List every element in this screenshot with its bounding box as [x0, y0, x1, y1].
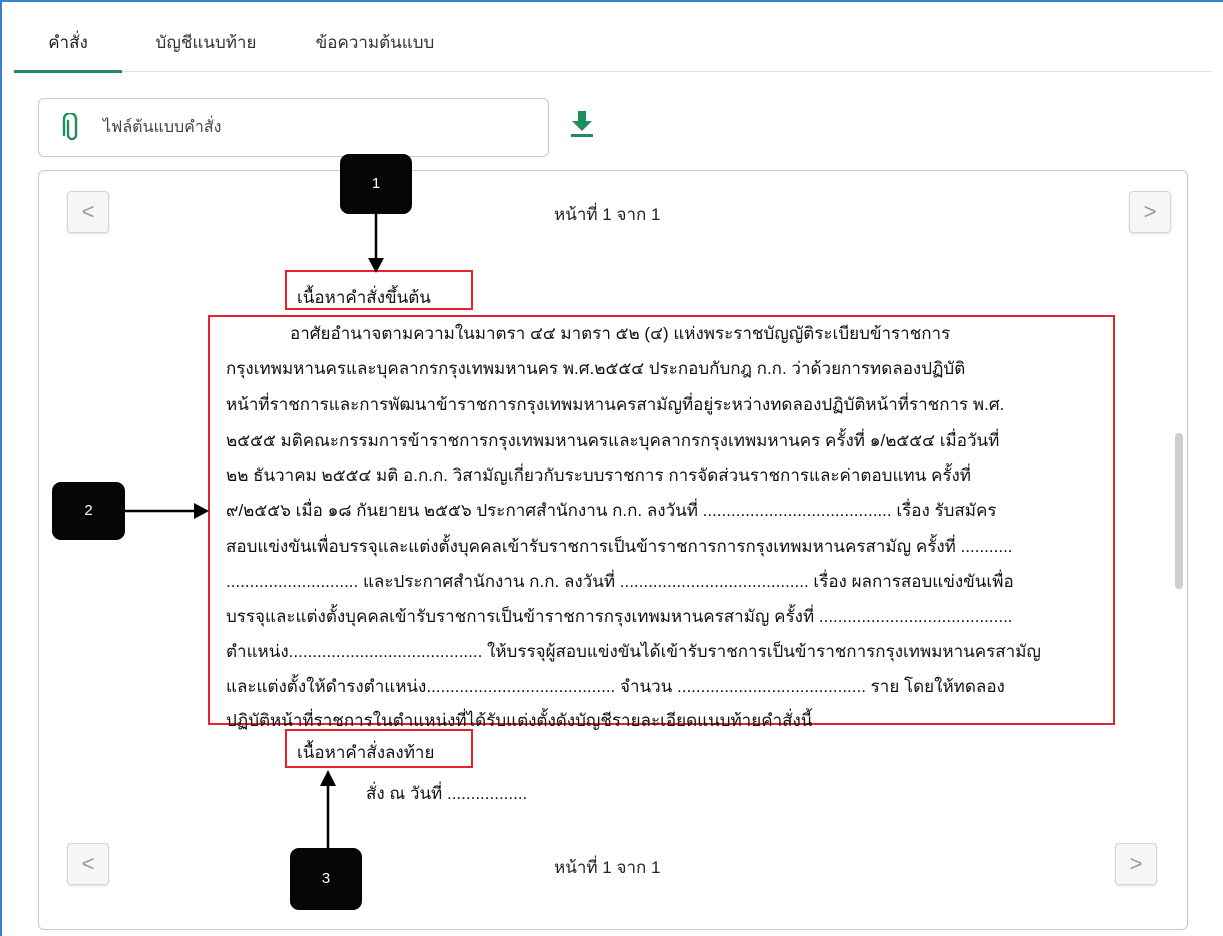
tab-attachment-list[interactable]: บัญชีแนบท้าย	[144, 14, 268, 72]
body-line: และแต่งตั้งให้ดำรงตำแหน่ง...............…	[226, 677, 1005, 696]
body-line: หน้าที่ราชการและการพัฒนาข้าราชการกรุงเทพ…	[226, 395, 1005, 414]
tab-bar: คำสั่ง บัญชีแนบท้าย ข้อความต้นแบบ	[14, 14, 1212, 73]
body-line: ตำแหน่ง.................................…	[226, 642, 1041, 661]
body-line: กรุงเทพมหานครและบุคลากรกรุงเทพมหานคร พ.ศ…	[226, 359, 966, 378]
template-file-field[interactable]: ไฟล์ต้นแบบคำสั่ง	[38, 98, 549, 157]
callout-2: 2	[52, 482, 125, 540]
callout-3: 3	[290, 848, 362, 910]
body-line: บรรจุและแต่งตั้งบุคคลเข้ารับราชการเป็นข้…	[226, 607, 1013, 626]
download-icon[interactable]	[570, 110, 594, 138]
body-line: อาศัยอำนาจตามความในมาตรา ๔๔ มาตรา ๕๒ (๔)…	[290, 324, 951, 343]
template-file-label: ไฟล์ต้นแบบคำสั่ง	[103, 119, 222, 136]
callout-1: 1	[340, 154, 412, 214]
next-page-button-top[interactable]: >	[1129, 191, 1171, 233]
tab-order[interactable]: คำสั่ง	[14, 14, 122, 73]
page-indicator-bottom: หน้าที่ 1 จาก 1	[554, 858, 661, 877]
tab-template-text[interactable]: ข้อความต้นแบบ	[300, 14, 450, 72]
page-indicator-top: หน้าที่ 1 จาก 1	[554, 205, 661, 224]
body-line: ๙/๒๕๕๖ เมื่อ ๑๘ กันยายน ๒๕๕๖ ประกาศสำนัก…	[226, 501, 997, 520]
body-line: ๒๕๕๕ มติคณะกรรมการข้าราชการกรุงเทพมหานคร…	[226, 431, 1000, 450]
body-line: ๒๒ ธันวาคม ๒๕๕๔ มติ อ.ก.ก. วิสามัญเกี่ยว…	[226, 466, 971, 485]
prev-page-button-bottom[interactable]: <	[67, 843, 109, 885]
sign-date-line: สั่ง ณ วันที่ .................	[366, 784, 528, 803]
paperclip-icon	[62, 113, 78, 141]
body-line: สอบแข่งขันเพื่อบรรจุและแต่งตั้งบุคคลเข้า…	[226, 537, 1013, 556]
order-footer-label: เนื้อหาคำสั่งลงท้าย	[297, 743, 435, 762]
order-header-label: เนื้อหาคำสั่งขึ้นต้น	[297, 288, 431, 307]
prev-page-button-top[interactable]: <	[67, 191, 109, 233]
body-line: ............................ และประกาศสำ…	[226, 572, 1014, 591]
viewer-scrollbar[interactable]	[1175, 433, 1183, 589]
next-page-button-bottom[interactable]: >	[1115, 843, 1157, 885]
